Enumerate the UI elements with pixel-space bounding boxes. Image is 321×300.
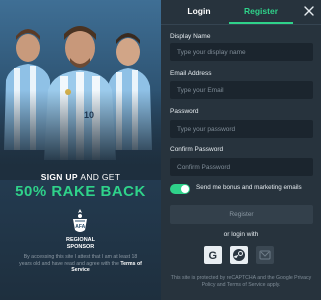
bonus-emails-label: Send me bonus and marketing emails bbox=[196, 184, 302, 191]
third-party-icon bbox=[259, 250, 271, 260]
svg-text:AFA: AFA bbox=[75, 224, 85, 230]
register-form: Login Register Display Name Email Addres… bbox=[161, 0, 321, 300]
promo-subheadline: SIGN UP AND GET bbox=[40, 172, 121, 182]
email-label: Email Address bbox=[170, 70, 212, 77]
confirm-password-label: Confirm Password bbox=[170, 146, 224, 153]
google-login-button[interactable]: G bbox=[204, 246, 222, 264]
promo-headline: 50% RAKE BACK bbox=[15, 183, 146, 200]
promo-panel: 10 SIGN UP AND GET 50% RAKE BACK AFA REG… bbox=[0, 0, 161, 300]
register-modal: 10 SIGN UP AND GET 50% RAKE BACK AFA REG… bbox=[0, 0, 321, 300]
regional-sponsor-label: REGIONAL SPONSOR bbox=[65, 237, 96, 250]
bonus-emails-toggle[interactable] bbox=[170, 184, 190, 194]
tab-register[interactable]: Register bbox=[229, 0, 293, 22]
tabs-divider bbox=[161, 24, 321, 25]
email-field[interactable] bbox=[170, 81, 313, 99]
password-field[interactable] bbox=[170, 120, 313, 138]
recaptcha-notice: This site is protected by reCAPTCHA and … bbox=[170, 275, 312, 288]
third-party-login-button[interactable] bbox=[256, 246, 274, 264]
confirm-password-field[interactable] bbox=[170, 158, 313, 176]
promo-fade bbox=[0, 90, 161, 180]
register-button[interactable]: Register bbox=[170, 205, 313, 224]
auth-tabs: Login Register bbox=[161, 0, 321, 24]
or-login-with-label: or login with bbox=[223, 231, 259, 238]
age-disclaimer: By accessing this site I attest that I a… bbox=[19, 254, 142, 274]
close-icon[interactable] bbox=[303, 5, 315, 17]
google-icon: G bbox=[209, 250, 218, 262]
display-name-field[interactable] bbox=[170, 43, 313, 61]
toggle-knob bbox=[181, 185, 189, 193]
afa-logo-icon: AFA bbox=[73, 209, 87, 232]
display-name-label: Display Name bbox=[170, 33, 211, 40]
tab-login[interactable]: Login bbox=[169, 0, 229, 22]
password-label: Password bbox=[170, 108, 199, 115]
steam-login-button[interactable] bbox=[230, 246, 248, 264]
bonus-emails-row: Send me bonus and marketing emails bbox=[170, 183, 320, 195]
steam-icon bbox=[233, 249, 245, 261]
svg-text:G: G bbox=[209, 250, 218, 262]
